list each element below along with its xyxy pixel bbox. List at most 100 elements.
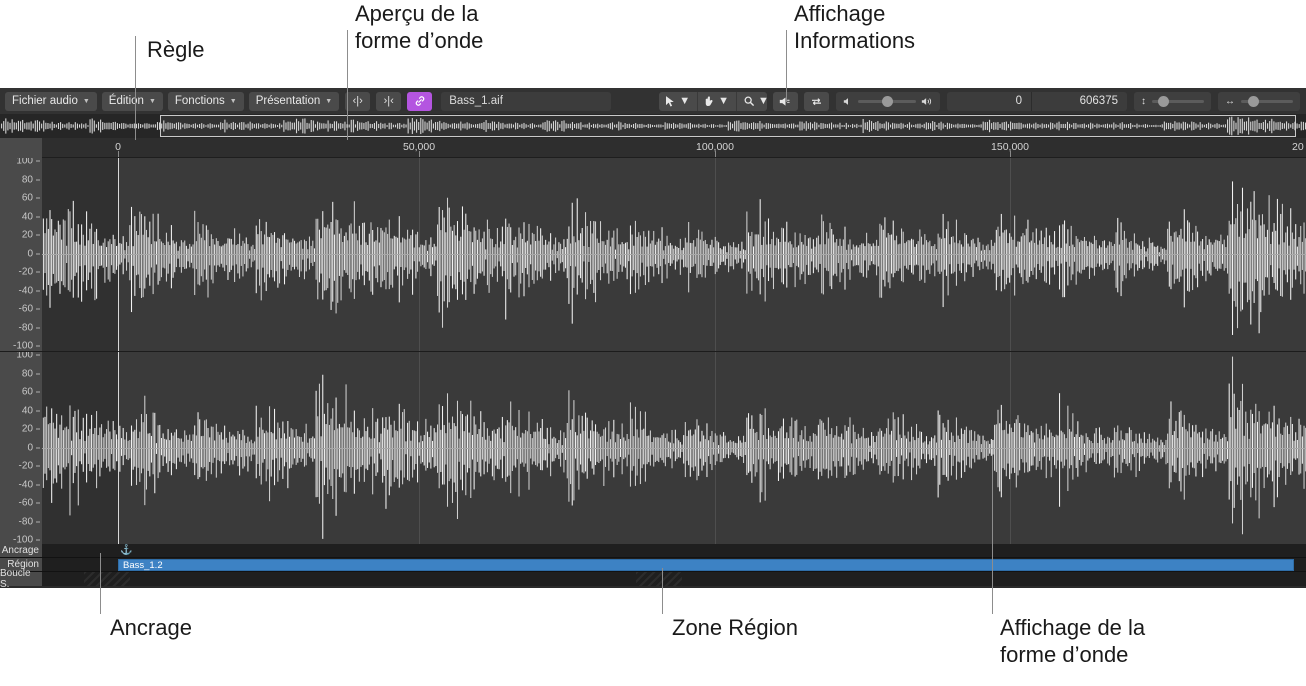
amplitude-label: 80 xyxy=(21,368,33,379)
lane-region-body[interactable]: Bass_1.2 xyxy=(42,558,1306,571)
selection-length-value[interactable]: 606375 xyxy=(1031,91,1127,111)
amplitude-tick xyxy=(36,391,40,393)
pointer-icon xyxy=(666,95,674,107)
playhead[interactable] xyxy=(118,158,119,351)
amplitude-axis-channel-2: 100 80 60 40 20 0 -20 -40 -60 -80 -100 xyxy=(0,352,42,544)
link-glyph xyxy=(415,96,424,106)
amplitude-label: -60 xyxy=(18,497,33,509)
amplitude-tick xyxy=(36,447,40,448)
ruler-tick xyxy=(419,151,420,157)
amplitude-label: -80 xyxy=(18,516,33,527)
sample-edit-glyph: ‹|› xyxy=(352,95,363,107)
volume-slider-group[interactable] xyxy=(836,91,940,111)
callout-affichage-infos: Affichage Informations xyxy=(794,1,916,53)
chevron-down-icon: ▼ xyxy=(718,95,729,107)
waveform-display-channel-1[interactable]: 100 80 60 40 20 0 -20 -40 -60 -80 -100 xyxy=(0,158,1306,351)
chevron-down-icon: ▼ xyxy=(148,97,156,105)
link-icon[interactable] xyxy=(407,91,433,111)
waveform-display-channel-2[interactable]: 100 80 60 40 20 0 -20 -40 -60 -80 -100 xyxy=(0,351,1306,544)
ruler-corner xyxy=(0,138,42,158)
snap-anchor-icon[interactable]: ›|‹ xyxy=(376,91,402,111)
waveform-overview-graphic xyxy=(1,116,1306,136)
menu-fonctions[interactable]: Fonctions ▼ xyxy=(167,91,244,111)
amplitude-label: 40 xyxy=(21,405,33,416)
amplitude-label: 20 xyxy=(21,229,33,241)
cycle-button[interactable] xyxy=(804,91,829,111)
audio-file-name-field[interactable]: Bass_1.aif xyxy=(441,91,612,111)
horizontal-zoom-knob[interactable] xyxy=(1248,95,1260,107)
loop-hatch xyxy=(84,572,130,586)
amplitude-label: -100 xyxy=(12,340,33,352)
horizontal-zoom-icon: ↔ xyxy=(1225,95,1235,107)
speaker-high-icon xyxy=(921,97,932,105)
magnifier-icon xyxy=(744,96,754,106)
amplitude-tick xyxy=(36,271,40,273)
amplitude-tick xyxy=(36,234,40,236)
amplitude-label: -20 xyxy=(18,460,33,472)
amplitude-label: 60 xyxy=(21,386,33,398)
vertical-zoom-group[interactable]: ↕ xyxy=(1134,91,1211,111)
region-chip[interactable]: Bass_1.2 xyxy=(118,559,1294,571)
menu-edition[interactable]: Édition ▼ xyxy=(101,91,163,111)
ruler[interactable]: 0 50,000 100,000 150,000 20 xyxy=(0,138,1306,158)
snap-anchor-glyph: ›|‹ xyxy=(383,95,394,107)
chevron-down-icon: ▼ xyxy=(757,95,767,107)
info-display[interactable]: 0 606375 xyxy=(947,91,1127,111)
ruler-tick xyxy=(1010,151,1011,157)
amplitude-label: 20 xyxy=(21,423,33,435)
anchor-icon[interactable]: ⚓ xyxy=(120,544,132,558)
loop-hatch xyxy=(636,572,682,586)
menu-presentation-label: Présentation xyxy=(255,95,321,107)
horizontal-zoom-slider[interactable] xyxy=(1241,95,1293,107)
lane-ancrage[interactable]: Ancrage ⚓ xyxy=(0,544,1306,558)
amplitude-axis-channel-1: 100 80 60 40 20 0 -20 -40 -60 -80 -100 xyxy=(0,158,42,351)
lane-boucle[interactable]: Boucle S. xyxy=(0,568,1306,588)
wave-area-channel-1[interactable] xyxy=(42,158,1306,351)
amplitude-tick xyxy=(36,216,40,217)
lane-region[interactable]: Région Bass_1.2 xyxy=(0,558,1306,572)
menu-edition-label: Édition xyxy=(108,95,144,107)
region-label: Bass_1.2 xyxy=(123,559,163,571)
sample-edit-icon[interactable]: ‹|› xyxy=(345,91,371,111)
amplitude-tick xyxy=(36,253,40,254)
amplitude-tick xyxy=(36,290,40,291)
vertical-zoom-knob[interactable] xyxy=(1158,95,1170,107)
lane-boucle-body[interactable] xyxy=(42,572,1306,586)
menu-fonctions-label: Fonctions xyxy=(174,95,225,107)
callout-affichage-forme: Affichage de la forme d’onde xyxy=(1000,615,1146,667)
speaker-low-icon xyxy=(843,97,848,105)
chevron-down-icon: ▼ xyxy=(325,97,333,105)
amplitude-tick xyxy=(36,308,40,310)
lane-ancrage-body[interactable]: ⚓ xyxy=(42,544,1306,557)
chevron-down-icon: ▼ xyxy=(679,95,691,107)
amplitude-label: 60 xyxy=(21,192,33,204)
cycle-icon xyxy=(812,97,821,105)
menu-presentation[interactable]: Présentation ▼ xyxy=(248,91,340,111)
editor-toolbar: Fichier audio ▼ Édition ▼ Fonctions ▼ Pr… xyxy=(0,88,1306,114)
amplitude-tick xyxy=(36,521,40,522)
amplitude-label: -80 xyxy=(18,322,33,333)
menu-fichier-audio-label: Fichier audio xyxy=(12,95,78,107)
zoom-tool[interactable]: ▼ xyxy=(735,91,767,111)
callout-leader-affichage-infos xyxy=(786,30,787,102)
amplitude-tick xyxy=(36,428,40,430)
chevron-down-icon: ▼ xyxy=(82,97,90,105)
volume-slider-knob[interactable] xyxy=(881,95,893,107)
volume-slider[interactable] xyxy=(858,95,916,107)
vertical-zoom-slider[interactable] xyxy=(1152,95,1204,107)
amplitude-label: -40 xyxy=(18,285,33,296)
hand-tool[interactable]: ▼ xyxy=(697,91,736,111)
wave-area-channel-2[interactable] xyxy=(42,352,1306,544)
amplitude-tick xyxy=(36,197,40,199)
horizontal-zoom-group[interactable]: ↔ xyxy=(1218,91,1300,111)
waveform-overview[interactable] xyxy=(0,114,1306,138)
pointer-tool[interactable]: ▼ xyxy=(659,92,697,111)
audio-file-name: Bass_1.aif xyxy=(449,95,503,107)
amplitude-tick xyxy=(36,373,40,374)
ruler-tick xyxy=(118,151,119,157)
amplitude-label: 80 xyxy=(21,174,33,185)
playhead[interactable] xyxy=(118,352,119,544)
menu-fichier-audio[interactable]: Fichier audio ▼ xyxy=(5,91,97,111)
selection-start-value[interactable]: 0 xyxy=(947,92,1031,111)
amplitude-label: -40 xyxy=(18,479,33,490)
